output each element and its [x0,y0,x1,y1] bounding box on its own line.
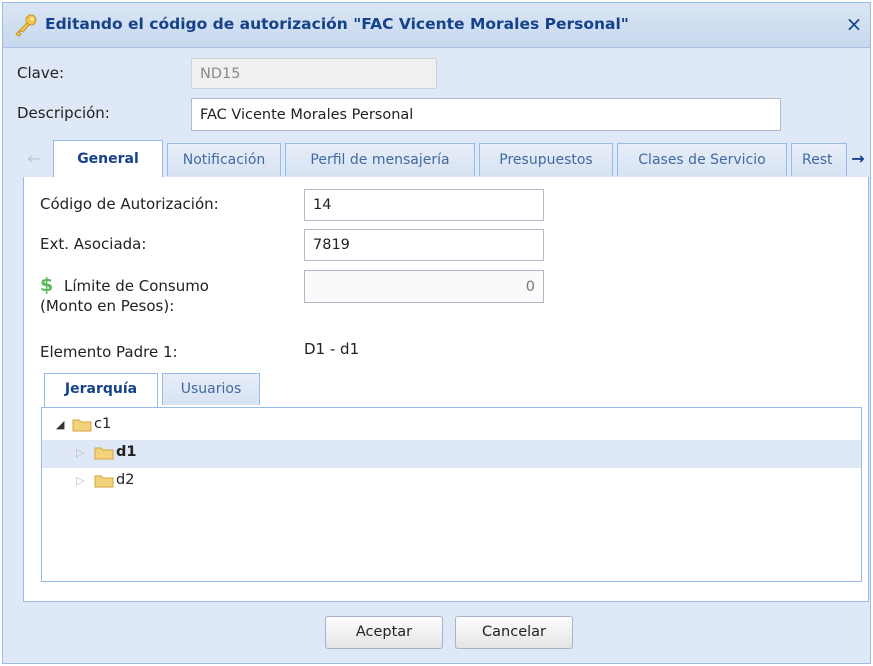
tab-clases-servicio[interactable]: Clases de Servicio [617,143,787,176]
expand-arrow-icon[interactable]: ▷ [76,474,84,487]
folder-icon [94,447,114,460]
elemento-padre-label: Elemento Padre 1: [40,343,178,361]
hierarchy-tree: ◢ c1 ▷ d1 ▷ d2 [41,407,862,582]
tab-scroll-left-icon[interactable]: ← [23,140,45,177]
codigo-field[interactable] [304,189,544,221]
dialog-title: Editando el código de autorización "FAC … [45,15,629,33]
tab-presupuestos[interactable]: Presupuestos [479,143,613,176]
collapse-arrow-icon[interactable]: ◢ [56,418,64,431]
limite-label: $ Límite de Consumo (Monto en Pesos): [40,275,209,316]
limite-label-line1: Límite de Consumo [64,277,209,295]
tree-node-d2[interactable]: ▷ d2 [42,468,861,496]
edit-authorization-dialog: Editando el código de autorización "FAC … [2,2,871,664]
clave-label: Clave: [17,64,64,82]
limite-label-line2: (Monto en Pesos): [40,297,175,315]
tab-rest[interactable]: Rest [791,143,847,176]
tree-node-label: d1 [116,444,137,460]
key-icon [15,14,37,37]
tree-node-label: c1 [94,416,112,432]
dollar-icon: $ [40,274,54,296]
tab-strip: ← General Notificación Perfil de mensaje… [23,140,869,178]
descripcion-label: Descripción: [17,104,110,122]
tab-general[interactable]: General [53,140,163,178]
tab-notificacion[interactable]: Notificación [167,143,281,176]
close-button[interactable]: × [844,14,864,35]
general-tab-panel: Código de Autorización: Ext. Asociada: $… [23,177,869,602]
descripcion-field[interactable] [191,98,781,131]
folder-icon [72,419,92,432]
limite-field[interactable] [304,270,544,303]
folder-icon [94,475,114,488]
inner-tab-usuarios[interactable]: Usuarios [162,373,260,405]
accept-button[interactable]: Aceptar [325,616,443,649]
tab-perfil-mensajeria[interactable]: Perfil de mensajería [285,143,475,176]
ext-asociada-label: Ext. Asociada: [40,235,147,253]
tree-node-label: d2 [116,472,135,488]
inner-tab-jerarquia[interactable]: Jerarquía [44,373,158,407]
codigo-label: Código de Autorización: [40,195,219,213]
tab-scroll-right-icon[interactable]: → [847,140,869,177]
clave-field[interactable] [191,58,437,89]
tree-node-c1[interactable]: ◢ c1 [42,412,861,440]
dialog-title-bar[interactable]: Editando el código de autorización "FAC … [3,3,870,48]
ext-asociada-field[interactable] [304,229,544,261]
tree-node-d1[interactable]: ▷ d1 [42,440,861,468]
cancel-button[interactable]: Cancelar [455,616,573,649]
elemento-padre-value: D1 - d1 [304,340,360,358]
expand-arrow-icon[interactable]: ▷ [76,446,84,459]
